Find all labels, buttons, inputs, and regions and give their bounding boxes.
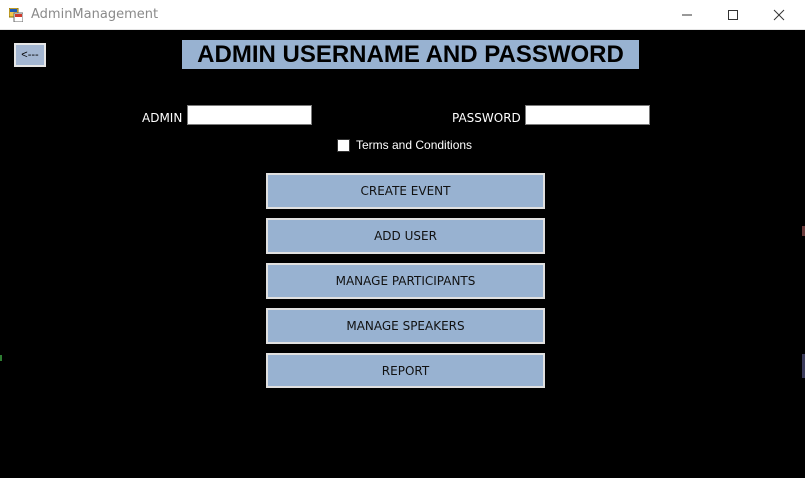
password-label: PASSWORD xyxy=(452,111,521,125)
window-title: AdminManagement xyxy=(31,7,159,22)
admin-field[interactable] xyxy=(187,105,312,125)
terms-checkbox-row[interactable]: Terms and Conditions xyxy=(337,138,472,152)
window-titlebar: AdminManagement xyxy=(0,0,805,30)
create-event-button[interactable]: CREATE EVENT xyxy=(266,173,545,209)
page-title: ADMIN USERNAME AND PASSWORD xyxy=(182,40,639,69)
back-button[interactable]: <--- xyxy=(14,43,46,67)
manage-participants-button[interactable]: MANAGE PARTICIPANTS xyxy=(266,263,545,299)
close-icon xyxy=(773,9,785,21)
close-button[interactable] xyxy=(756,0,802,30)
maximize-button[interactable] xyxy=(710,0,756,30)
admin-management-form xyxy=(0,30,805,478)
maximize-icon xyxy=(728,10,738,20)
admin-label: ADMIN xyxy=(142,111,183,125)
manage-speakers-button[interactable]: MANAGE SPEAKERS xyxy=(266,308,545,344)
minimize-icon xyxy=(682,14,692,16)
terms-checkbox[interactable] xyxy=(337,138,350,152)
add-user-button[interactable]: ADD USER xyxy=(266,218,545,254)
password-field[interactable] xyxy=(525,105,650,125)
report-button[interactable]: REPORT xyxy=(266,353,545,388)
app-icon xyxy=(8,7,24,23)
terms-label: Terms and Conditions xyxy=(356,138,473,152)
window-edge-artifact xyxy=(0,355,2,361)
minimize-button[interactable] xyxy=(664,0,710,30)
